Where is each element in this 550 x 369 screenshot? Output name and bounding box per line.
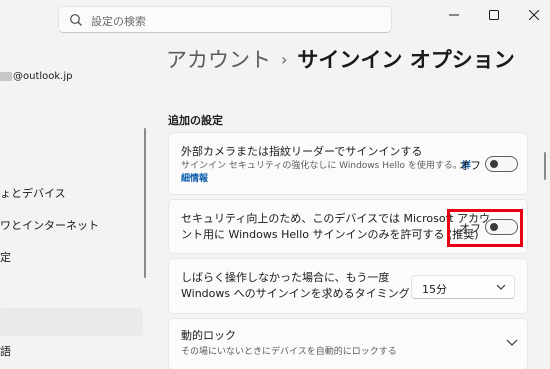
minimize-icon xyxy=(449,14,459,16)
search-input[interactable]: 設定の検索 xyxy=(91,13,146,29)
close-button[interactable] xyxy=(522,5,546,25)
minimize-button[interactable] xyxy=(442,5,466,25)
sidebar-item-label: 語 xyxy=(0,345,11,358)
dropdown-value: 15分 xyxy=(422,283,447,296)
chevron-down-icon xyxy=(496,284,506,290)
external-camera-setting: 外部カメラまたは指紋リーダーでサインインする サインイン セキュリティの強化なし… xyxy=(168,132,528,195)
redacted-email xyxy=(0,71,12,81)
resign-timing-title-line2: Windows へのサインインを求めるタイミング xyxy=(181,287,410,300)
sidebar-item-label: ワとインターネット xyxy=(0,219,99,232)
search-box[interactable]: 設定の検索 xyxy=(58,6,392,33)
chevron-down-icon[interactable] xyxy=(506,337,518,347)
external-camera-toggle[interactable] xyxy=(485,156,518,172)
resign-timing-title-line1: しばらく操作しなかった場合に、もう一度 xyxy=(181,271,390,284)
close-icon xyxy=(529,10,539,20)
dynamic-lock-desc: その場にいないときにデバイスを自動的にロックする xyxy=(181,347,397,357)
sidebar-item-language[interactable]: 語 xyxy=(0,342,11,362)
sidebar-item-devices[interactable]: ょとデバイス xyxy=(0,184,66,204)
title-bar: 設定の検索 xyxy=(0,0,550,36)
breadcrumb-accounts[interactable]: アカウント xyxy=(166,48,271,72)
dynamic-lock-setting[interactable]: 動的ロック その場にいないときにデバイスを自動的にロックする xyxy=(168,318,528,369)
sidebar-scrollbar[interactable] xyxy=(144,128,146,278)
sidebar-item-label: 定 xyxy=(0,251,11,264)
sidebar-item-settings[interactable]: 定 xyxy=(0,248,11,268)
external-camera-state: オフ xyxy=(459,159,481,172)
account-email: @outlook.jp xyxy=(0,71,73,82)
search-icon xyxy=(70,14,82,26)
maximize-button[interactable] xyxy=(482,5,506,25)
section-heading: 追加の設定 xyxy=(168,114,223,127)
sidebar-item-selected[interactable] xyxy=(0,308,143,336)
highlight-box xyxy=(447,209,523,247)
toggle-knob xyxy=(490,160,498,168)
learn-more-link-cont[interactable]: 細情報 xyxy=(181,174,208,184)
external-camera-desc: サインイン セキュリティの強化なしに Windows Hello を使用する。詳 xyxy=(181,161,471,171)
sidebar-item-label: ょとデバイス xyxy=(0,187,66,200)
maximize-icon xyxy=(489,10,499,20)
hello-only-title-line1: セキュリティ向上のため、このデバイスでは Microsoft アカウ xyxy=(181,212,491,225)
external-camera-title: 外部カメラまたは指紋リーダーでサインインする xyxy=(181,145,423,158)
sidebar-item-network[interactable]: ワとインターネット xyxy=(0,216,99,236)
sidebar: @outlook.jp ょとデバイス ワとインターネット 定 語 xyxy=(0,36,148,369)
main-scrollbar[interactable] xyxy=(544,152,546,180)
breadcrumb-current: サインイン オプション xyxy=(297,48,515,72)
hello-only-title-line2: ント用に Windows Hello サインインのみを許可する (推奨) xyxy=(181,228,479,241)
breadcrumb-separator-icon: › xyxy=(281,50,288,69)
dynamic-lock-title: 動的ロック xyxy=(181,329,236,342)
page-title: アカウント › サインイン オプション xyxy=(166,44,515,74)
resign-timing-dropdown[interactable]: 15分 xyxy=(411,275,515,299)
